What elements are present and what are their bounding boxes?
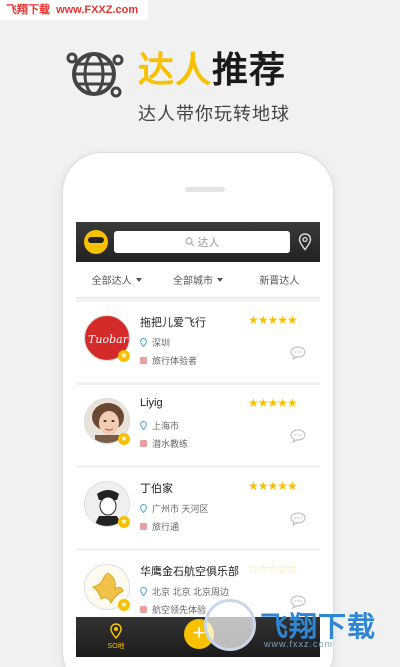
chat-bubble-icon[interactable]	[290, 346, 306, 360]
rating-stars: ☆☆☆☆☆	[248, 562, 298, 576]
filter-label: 新晋达人	[259, 276, 300, 287]
promo-subtitle: 达人带你玩转地球	[138, 104, 290, 124]
expert-role: 航空领先体验	[140, 603, 206, 616]
tab-home[interactable]: SO地	[102, 623, 130, 651]
search-input[interactable]: 达人	[114, 231, 290, 253]
watermark-top-right: www.FXXZ.com	[56, 4, 139, 16]
user-avatar[interactable]	[84, 230, 108, 254]
filter-label: 全部达人	[91, 276, 132, 287]
expert-card[interactable]: Tuobar ★ 拖把儿爱飞行 深圳 旅行体验者 ★★★★★	[76, 302, 320, 382]
watermark-top: 飞翔下载 www.FXXZ.com	[0, 0, 148, 20]
tag-icon	[140, 606, 147, 613]
expert-card[interactable]: ★ Liyig 上海市 潜水教练 ★★★★★	[76, 385, 320, 465]
expert-name: 丁伯家	[140, 483, 173, 495]
pin-icon	[140, 587, 147, 596]
search-placeholder: 达人	[197, 237, 220, 249]
expert-card[interactable]: ★ 丁伯家 广州市 天河区 旅行通 ★★★★★	[76, 468, 320, 548]
rating-stars: ★★★★★	[248, 313, 298, 327]
expert-list: Tuobar ★ 拖把儿爱飞行 深圳 旅行体验者 ★★★★★ ★ Liyig 上…	[76, 302, 320, 634]
promo-title: 达人推荐	[138, 48, 286, 92]
caret-down-icon	[216, 277, 223, 282]
top-bar: 达人	[76, 222, 320, 262]
verified-badge-icon: ★	[118, 433, 130, 445]
expert-role: 旅行体验者	[140, 354, 197, 367]
filter-bar: 全部达人 全部城市 新晋达人	[76, 262, 320, 298]
rating-stars: ★★★★★	[248, 396, 298, 410]
expert-name: 拖把儿爱飞行	[140, 317, 206, 329]
app-screen: 达人 全部达人 全部城市 新晋达人 Tuobar ★ 拖把儿爱飞行 深圳 旅行体…	[76, 222, 320, 657]
map-pin-tab-icon	[110, 623, 122, 640]
watermark-top-left: 飞翔下载	[6, 4, 50, 16]
pin-icon	[140, 504, 147, 513]
globe-icon	[66, 52, 124, 98]
expert-name: 华鹰金石航空俱乐部	[140, 566, 239, 578]
rating-stars: ★★★★★	[248, 479, 298, 493]
expert-city-text: 上海市	[152, 421, 180, 431]
expert-city: 上海市	[140, 419, 179, 432]
expert-role-text: 潜水教练	[152, 439, 189, 449]
expert-city-text: 深圳	[152, 338, 171, 348]
expert-role: 旅行通	[140, 520, 179, 533]
location-pin-icon[interactable]	[298, 233, 312, 251]
expert-role-text: 航空领先体验	[152, 605, 207, 615]
expert-city: 深圳	[140, 336, 170, 349]
filter-new-experts[interactable]: 新晋达人	[239, 262, 320, 297]
expert-name: Liyig	[140, 397, 163, 409]
search-icon	[184, 237, 194, 247]
filter-all-experts[interactable]: 全部达人	[76, 262, 157, 297]
pin-icon	[140, 421, 147, 430]
expert-city-text: 广州市 天河区	[152, 504, 209, 514]
verified-badge-icon: ★	[118, 350, 130, 362]
promo-title-highlight: 达人	[138, 49, 213, 90]
expert-city: 广州市 天河区	[140, 502, 209, 515]
tag-icon	[140, 357, 147, 364]
verified-badge-icon: ★	[118, 516, 130, 528]
filter-all-cities[interactable]: 全部城市	[157, 262, 238, 297]
filter-label: 全部城市	[172, 276, 213, 287]
tab-home-label: SO地	[107, 643, 125, 650]
promo-title-rest: 推荐	[212, 49, 287, 90]
sunglasses-icon	[88, 237, 104, 243]
phone-speaker	[185, 187, 225, 192]
tag-icon	[140, 523, 147, 530]
corner-watermark: 飞翔下载 www.fxxz.com	[200, 597, 400, 667]
watermark-logo-icon	[204, 599, 256, 651]
expert-role: 潜水教练	[140, 437, 188, 450]
watermark-url: www.fxxz.com	[264, 639, 334, 649]
pin-icon	[140, 338, 147, 347]
avatar-logo-text: Tuobar	[88, 333, 129, 346]
verified-badge-icon: ★	[118, 599, 130, 611]
chat-bubble-icon[interactable]	[290, 512, 306, 526]
chat-bubble-icon[interactable]	[290, 429, 306, 443]
expert-role-text: 旅行通	[152, 522, 180, 532]
tag-icon	[140, 440, 147, 447]
caret-down-icon	[135, 277, 142, 282]
expert-role-text: 旅行体验者	[152, 356, 198, 366]
